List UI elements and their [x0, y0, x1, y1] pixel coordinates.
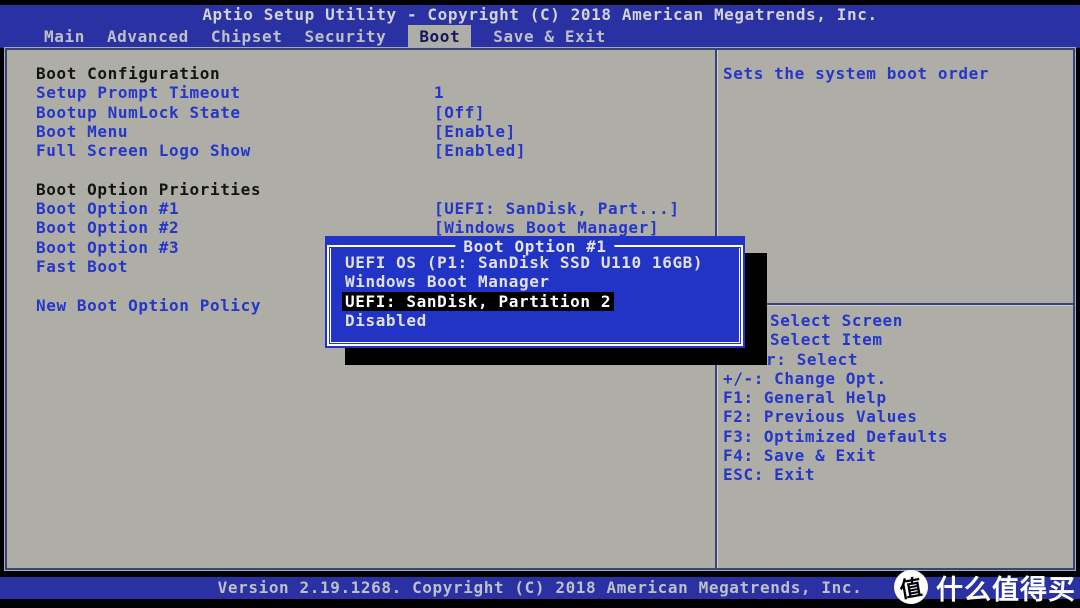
- tab-boot[interactable]: Boot: [408, 25, 472, 48]
- help-key-line: Select Screen: [770, 311, 904, 330]
- popup-option[interactable]: UEFI: SanDisk, Partition 2: [342, 291, 739, 311]
- help-key-line: F2: Previous Values: [723, 407, 918, 427]
- option-label: Boot Option #3: [36, 237, 180, 257]
- smzdm-watermark: 值 什么值得买: [891, 566, 1078, 608]
- popup-option[interactable]: Windows Boot Manager: [345, 272, 739, 291]
- option-label: Boot Option #2: [36, 218, 180, 238]
- option-label: Fast Boot: [36, 256, 129, 276]
- tab-security[interactable]: Security: [304, 25, 386, 48]
- popup-option-selected: UEFI: SanDisk, Partition 2: [342, 291, 615, 311]
- window-title: Aptio Setup Utility - Copyright (C) 2018…: [0, 5, 1080, 25]
- option-label: Bootup NumLock State: [36, 102, 241, 122]
- help-key-line: F3: Optimized Defaults: [723, 426, 949, 446]
- option-label: Setup Prompt Timeout: [36, 83, 241, 103]
- section-header: Boot Configuration: [7, 64, 713, 83]
- popup-option[interactable]: UEFI OS (P1: SanDisk SSD U110 16GB): [345, 253, 739, 272]
- popup-option-text: Disabled: [345, 310, 427, 330]
- option-label: Boot Option Priorities: [36, 179, 262, 199]
- help-key-line: r: Select: [766, 349, 859, 369]
- help-divider: [718, 303, 1073, 306]
- tab-advanced[interactable]: Advanced: [107, 25, 189, 48]
- boot-option-popup: Boot Option #1 UEFI OS (P1: SanDisk SSD …: [325, 236, 745, 348]
- menu-tab-bar: Main Advanced Chipset Security Boot Save & Ex…: [0, 25, 1080, 48]
- help-key-line: Select Item: [770, 330, 883, 350]
- tab-save-exit[interactable]: Save & Exit: [493, 25, 606, 48]
- bios-option-row[interactable]: Bootup NumLock State [Off]: [7, 103, 713, 122]
- popup-option-list: UEFI OS (P1: SanDisk SSD U110 16GB) Windo…: [342, 253, 739, 330]
- option-value: [Enabled]: [434, 141, 527, 161]
- option-label: New Boot Option Policy: [36, 295, 262, 315]
- bios-option-row[interactable]: Boot Menu [Enable]: [7, 122, 713, 141]
- help-panel: Sets the system boot order Select Screen…: [718, 50, 1073, 568]
- help-key-line: F4: Save & Exit: [723, 446, 877, 466]
- help-description: Sets the system boot order: [723, 64, 990, 83]
- bios-option-row[interactable]: Boot Option #2 [Windows Boot Manager]: [7, 218, 713, 237]
- option-value: [Enable]: [434, 121, 516, 141]
- option-value: 1: [434, 83, 445, 103]
- blank-row: [7, 160, 713, 179]
- option-value: [UEFI: SanDisk, Part...]: [434, 199, 680, 219]
- bios-screen: Aptio Setup Utility - Copyright (C) 2018…: [0, 0, 1080, 608]
- option-label: Boot Menu: [36, 121, 129, 141]
- popup-option[interactable]: Disabled: [345, 311, 739, 330]
- tab-chipset[interactable]: Chipset: [211, 25, 283, 48]
- option-label: Boot Option #1: [36, 199, 180, 219]
- option-value: [Off]: [434, 102, 486, 122]
- option-label: Full Screen Logo Show: [36, 141, 251, 161]
- section-header: Boot Option Priorities: [7, 180, 713, 199]
- bios-option-row[interactable]: Full Screen Logo Show [Enabled]: [7, 141, 713, 160]
- help-key-line: F1: General Help: [723, 388, 887, 408]
- option-label: Boot Configuration: [36, 64, 221, 83]
- help-key-line: ESC: Exit: [723, 465, 816, 485]
- tab-main[interactable]: Main: [44, 25, 85, 48]
- bios-option-row[interactable]: Boot Option #1 [UEFI: SanDisk, Part...]: [7, 199, 713, 218]
- popup-option-text: Windows Boot Manager: [345, 272, 550, 292]
- bios-option-row[interactable]: Setup Prompt Timeout 1: [7, 83, 713, 102]
- smzdm-watermark-text: 什么值得买: [936, 574, 1076, 606]
- popup-option-text: UEFI OS (P1: SanDisk SSD U110 16GB): [345, 253, 704, 272]
- option-value: [Windows Boot Manager]: [434, 218, 660, 238]
- smzdm-badge-icon: 值: [891, 567, 931, 607]
- help-key-line: +/-: Change Opt.: [723, 368, 887, 388]
